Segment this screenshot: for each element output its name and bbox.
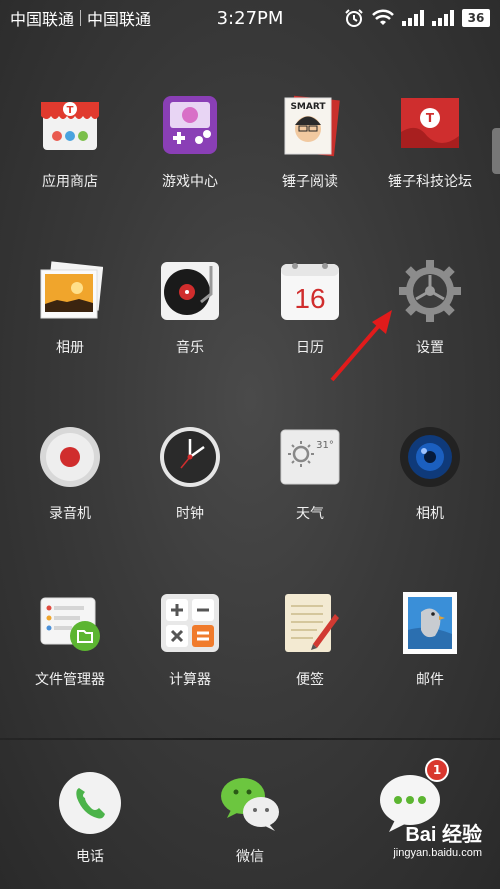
clock[interactable]: 时钟 bbox=[130, 422, 250, 588]
carrier-divider bbox=[80, 10, 82, 26]
photo-album[interactable]: 相册 bbox=[10, 256, 130, 422]
reader-icon-text: SMART bbox=[290, 102, 326, 112]
app-label: 音乐 bbox=[176, 340, 204, 356]
game-center-icon bbox=[155, 90, 225, 160]
settings-gear-icon bbox=[395, 256, 465, 326]
app-label: 微信 bbox=[236, 849, 264, 865]
app-row: 录音机 时钟 31° 天气 相机 bbox=[10, 422, 490, 588]
camera-icon bbox=[395, 422, 465, 492]
carrier-label-1: 中国联通 bbox=[10, 10, 75, 29]
file-manager-icon bbox=[35, 588, 105, 658]
app-row: T 应用商店 游戏中心 SMART 锤子阅读 T 锤子科技论坛 bbox=[10, 90, 490, 256]
app-label: 计算器 bbox=[169, 672, 211, 688]
svg-text:T: T bbox=[67, 105, 74, 116]
app-store[interactable]: T 应用商店 bbox=[10, 90, 130, 256]
baidu-watermark: Bai 经验 jingyan.baidu.com bbox=[332, 818, 482, 859]
dock-wechat[interactable]: 微信 bbox=[180, 768, 320, 866]
app-label: 锤子阅读 bbox=[282, 174, 338, 190]
svg-text:T: T bbox=[426, 111, 435, 125]
app-label: 文件管理器 bbox=[35, 672, 105, 688]
calculator[interactable]: 计算器 bbox=[130, 588, 250, 754]
notes[interactable]: 便签 bbox=[250, 588, 370, 754]
calculator-icon bbox=[155, 588, 225, 658]
app-store-icon: T bbox=[35, 90, 105, 160]
red-arrow-annotation bbox=[330, 310, 392, 382]
app-label: 电话 bbox=[76, 849, 104, 865]
dock-divider bbox=[0, 738, 500, 740]
app-row: 相册 音乐 16 日历 设置 bbox=[10, 256, 490, 422]
app-label: 应用商店 bbox=[42, 174, 98, 190]
app-row: 文件管理器 计算器 便签 邮件 bbox=[10, 588, 490, 754]
watermark-logo: Bai 经验 bbox=[405, 824, 482, 846]
app-label: 便签 bbox=[296, 672, 324, 688]
clock-icon bbox=[155, 422, 225, 492]
camera[interactable]: 相机 bbox=[370, 422, 490, 588]
signal-icon-2 bbox=[432, 10, 454, 26]
forum-icon: T bbox=[395, 90, 465, 160]
status-bar: 中国联通 中国联通 3:27PM 36 bbox=[0, 0, 500, 36]
carrier-label-2: 中国联通 bbox=[87, 10, 152, 29]
weather[interactable]: 31° 天气 bbox=[250, 422, 370, 588]
weather-temp: 31° bbox=[316, 440, 334, 451]
page-scroll-handle[interactable] bbox=[492, 128, 500, 174]
app-label: 锤子科技论坛 bbox=[388, 174, 472, 190]
mail[interactable]: 邮件 bbox=[370, 588, 490, 754]
app-label: 相册 bbox=[56, 340, 84, 356]
recorder-icon bbox=[35, 422, 105, 492]
unread-badge: 1 bbox=[425, 758, 449, 782]
status-icons: 36 bbox=[344, 8, 490, 28]
app-label: 邮件 bbox=[416, 672, 444, 688]
app-grid: T 应用商店 游戏中心 SMART 锤子阅读 T 锤子科技论坛 相册 音乐 16… bbox=[10, 90, 490, 754]
wechat-icon bbox=[215, 768, 285, 838]
weather-icon: 31° bbox=[275, 422, 345, 492]
dock-phone[interactable]: 电话 bbox=[20, 768, 160, 866]
smart-reader-icon: SMART bbox=[275, 90, 345, 160]
app-label: 天气 bbox=[296, 506, 324, 522]
phone-icon bbox=[55, 768, 125, 838]
photo-album-icon bbox=[35, 256, 105, 326]
recorder[interactable]: 录音机 bbox=[10, 422, 130, 588]
alarm-icon bbox=[345, 9, 363, 27]
notes-icon bbox=[275, 588, 345, 658]
music[interactable]: 音乐 bbox=[130, 256, 250, 422]
watermark-url: jingyan.baidu.com bbox=[393, 847, 482, 859]
app-label: 相机 bbox=[416, 506, 444, 522]
mail-icon bbox=[395, 588, 465, 658]
game-center[interactable]: 游戏中心 bbox=[130, 90, 250, 256]
app-label: 设置 bbox=[416, 340, 444, 356]
music-icon bbox=[155, 256, 225, 326]
signal-icon-1 bbox=[402, 10, 424, 26]
wifi-icon bbox=[372, 9, 394, 25]
carrier-info: 中国联通 中国联通 bbox=[10, 6, 151, 30]
app-label: 游戏中心 bbox=[162, 174, 218, 190]
file-manager[interactable]: 文件管理器 bbox=[10, 588, 130, 754]
battery-indicator: 36 bbox=[462, 9, 490, 27]
app-label: 录音机 bbox=[49, 506, 91, 522]
forum[interactable]: T 锤子科技论坛 bbox=[370, 90, 490, 256]
app-label: 时钟 bbox=[176, 506, 204, 522]
smart-reader[interactable]: SMART 锤子阅读 bbox=[250, 90, 370, 256]
